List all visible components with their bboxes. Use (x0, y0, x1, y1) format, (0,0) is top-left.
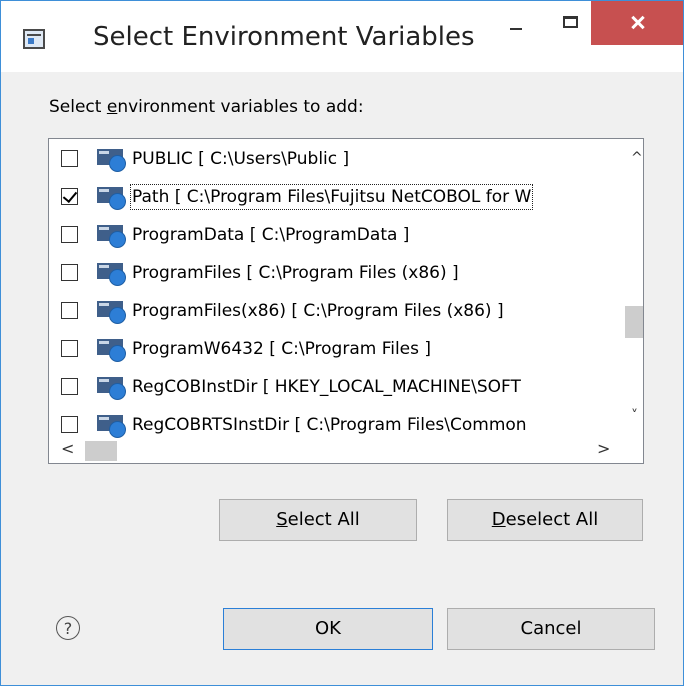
vertical-scrollbar[interactable]: ^ ˅ (627, 139, 643, 439)
variable-label: Path [ C:\Program Files\Fujitsu NetCOBOL… (129, 184, 534, 210)
variable-checkbox[interactable] (61, 150, 78, 167)
cancel-button[interactable]: Cancel (447, 608, 655, 650)
list-item[interactable]: ProgramData [ C:\ProgramData ] (49, 217, 627, 253)
list-item[interactable]: ProgramFiles [ C:\Program Files (x86) ] (49, 255, 627, 291)
variable-checkbox[interactable] (61, 302, 78, 319)
environment-variable-icon (97, 299, 126, 324)
list-item[interactable]: ProgramFiles(x86) [ C:\Program Files (x8… (49, 293, 627, 329)
variable-checkbox[interactable] (61, 378, 78, 395)
environment-variable-icon (97, 185, 126, 210)
scroll-up-icon[interactable]: ^ (631, 151, 643, 165)
window-title: Select Environment Variables (93, 22, 475, 52)
vertical-scroll-thumb[interactable] (625, 306, 643, 338)
variable-label: ProgramW6432 [ C:\Program Files ] (132, 339, 432, 359)
prompt-label: Select environment variables to add: (49, 97, 364, 117)
prompt-accelerator: e (106, 97, 118, 117)
maximize-button[interactable] (547, 1, 593, 45)
list-item[interactable]: RegCOBInstDir [ HKEY_LOCAL_MACHINE\SOFT (49, 369, 627, 405)
dialog-window: Select Environment Variables Select envi… (0, 0, 684, 686)
list-item[interactable]: Path [ C:\Program Files\Fujitsu NetCOBOL… (49, 179, 627, 215)
app-icon (23, 29, 45, 49)
select-all-button[interactable]: Select All (219, 499, 417, 541)
title-bar[interactable]: Select Environment Variables (1, 1, 683, 72)
variable-checkbox[interactable] (61, 416, 78, 433)
variable-label: RegCOBInstDir [ HKEY_LOCAL_MACHINE\SOFT (132, 377, 521, 397)
ok-button[interactable]: OK (223, 608, 433, 650)
help-icon[interactable]: ? (56, 616, 80, 640)
variables-list[interactable]: PUBLIC [ C:\Users\Public ] Path [ C:\Prog… (48, 138, 644, 464)
scroll-left-icon[interactable]: < (61, 439, 74, 458)
environment-variable-icon (97, 261, 126, 286)
variable-checkbox[interactable] (61, 226, 78, 243)
minimize-button[interactable] (491, 1, 537, 45)
variable-label: ProgramFiles(x86) [ C:\Program Files (x8… (132, 301, 504, 321)
close-button[interactable] (591, 1, 683, 45)
environment-variable-icon (97, 147, 126, 172)
list-item[interactable]: ProgramW6432 [ C:\Program Files ] (49, 331, 627, 367)
scroll-right-icon[interactable]: > (597, 439, 610, 458)
list-item[interactable]: PUBLIC [ C:\Users\Public ] (49, 141, 627, 177)
variable-label: PUBLIC [ C:\Users\Public ] (132, 149, 350, 169)
environment-variable-icon (97, 337, 126, 362)
variable-label: ProgramData [ C:\ProgramData ] (132, 225, 410, 245)
list-item[interactable]: RegCOBRTSInstDir [ C:\Program Files\Comm… (49, 407, 627, 443)
scroll-down-icon[interactable]: ˅ (631, 409, 638, 423)
environment-variable-icon (97, 413, 126, 438)
deselect-all-button[interactable]: Deselect All (447, 499, 643, 541)
environment-variable-icon (97, 375, 126, 400)
variable-checkbox[interactable] (61, 188, 78, 205)
variable-label: ProgramFiles [ C:\Program Files (x86) ] (132, 263, 459, 283)
variable-label: RegCOBRTSInstDir [ C:\Program Files\Comm… (132, 415, 527, 435)
variable-checkbox[interactable] (61, 264, 78, 281)
variable-checkbox[interactable] (61, 340, 78, 357)
horizontal-scroll-thumb[interactable] (85, 441, 117, 461)
horizontal-scrollbar[interactable]: < > (49, 439, 643, 463)
environment-variable-icon (97, 223, 126, 248)
